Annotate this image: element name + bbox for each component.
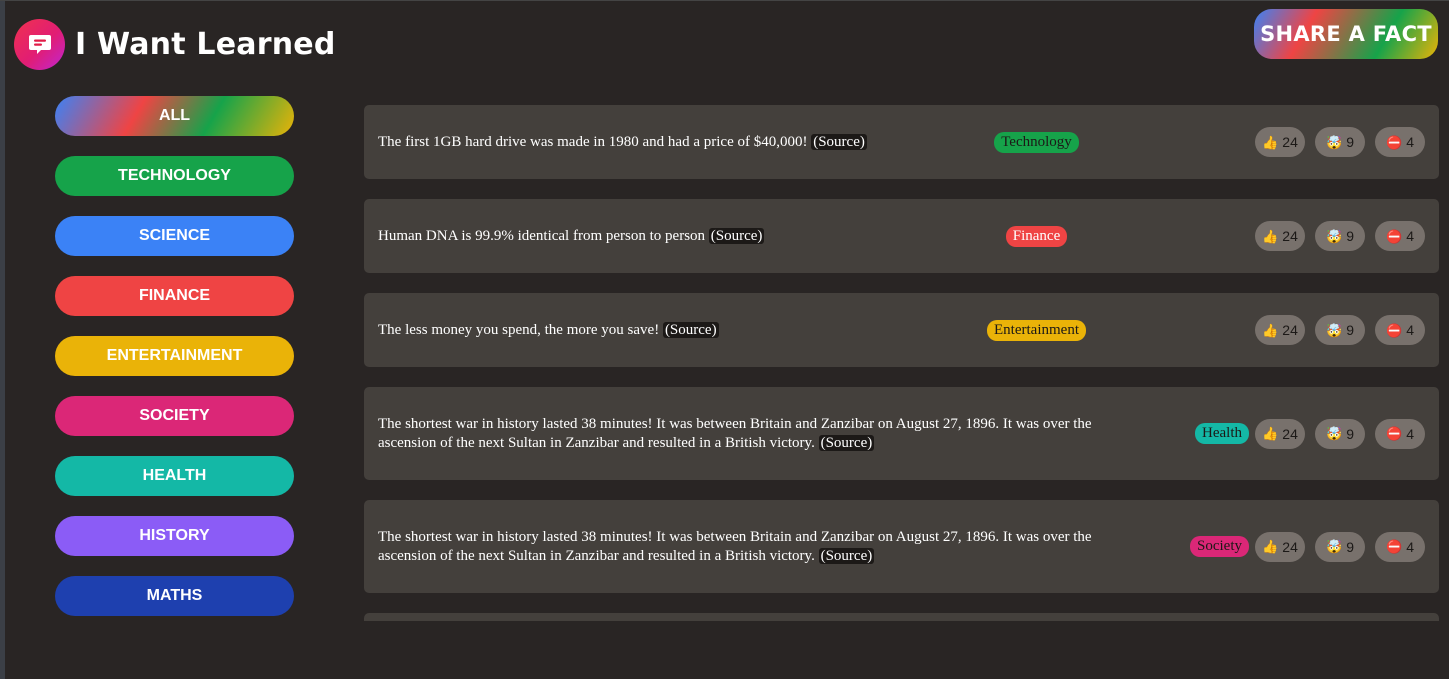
vote-count: 4 — [1406, 538, 1414, 555]
interesting-vote-button[interactable]: 👍 24 — [1255, 315, 1305, 345]
fact-row-partial — [364, 613, 1439, 621]
fact-source-link[interactable]: (Source) — [818, 547, 875, 564]
mindblowing-vote-button[interactable]: 🤯 9 — [1315, 315, 1365, 345]
fact-text: The less money you spend, the more you s… — [378, 321, 660, 338]
mind-blown-icon: 🤯 — [1326, 228, 1343, 244]
fact-category-tag: Entertainment — [987, 319, 1086, 341]
mindblowing-vote-button[interactable]: 🤯 9 — [1315, 221, 1365, 251]
vote-count: 9 — [1346, 538, 1354, 555]
category-button-all[interactable]: ALL — [55, 96, 294, 136]
interesting-vote-button[interactable]: 👍 24 — [1255, 127, 1305, 157]
interesting-vote-button[interactable]: 👍 24 — [1255, 418, 1305, 449]
vote-buttons: 👍 24 🤯 9 ⛔ 4 — [1255, 221, 1425, 251]
vote-count: 4 — [1406, 425, 1414, 442]
vote-count: 24 — [1282, 538, 1298, 555]
category-button-entertainment[interactable]: ENTERTAINMENT — [55, 336, 294, 376]
fact-row: The less money you spend, the more you s… — [364, 293, 1439, 367]
no-entry-icon: ⛔ — [1386, 134, 1403, 150]
chat-bubble-logo-icon — [14, 18, 65, 70]
category-button-technology[interactable]: TECHNOLOGY — [55, 156, 294, 196]
no-entry-icon: ⛔ — [1386, 228, 1403, 244]
vote-count: 24 — [1282, 134, 1298, 150]
fact-category-tag: Finance — [1005, 225, 1068, 247]
fact-source-link[interactable]: (Source) — [708, 227, 765, 244]
vote-buttons: 👍 24 🤯 9 ⛔ 4 — [1255, 315, 1425, 345]
fact-tag-wrap: Health — [1195, 423, 1249, 444]
mind-blown-icon: 🤯 — [1326, 322, 1343, 338]
vote-count: 24 — [1282, 228, 1298, 244]
category-button-health[interactable]: HEALTH — [55, 456, 294, 496]
category-button-society[interactable]: SOCIETY — [55, 396, 294, 436]
vote-buttons: 👍 24 🤯 9 ⛔ 4 — [1255, 418, 1425, 449]
vote-count: 9 — [1346, 322, 1354, 338]
fact-text: The first 1GB hard drive was made in 198… — [378, 133, 808, 150]
vote-count: 9 — [1346, 134, 1354, 150]
category-button-history[interactable]: HISTORY — [55, 516, 294, 556]
mindblowing-vote-button[interactable]: 🤯 9 — [1315, 418, 1365, 449]
fact-row: Human DNA is 99.9% identical from person… — [364, 199, 1439, 273]
false-vote-button[interactable]: ⛔ 4 — [1375, 127, 1425, 157]
thumbs-up-icon: 👍 — [1262, 539, 1279, 554]
fact-category-tag: Technology — [994, 131, 1079, 153]
fact-text-block: Human DNA is 99.9% identical from person… — [378, 227, 938, 246]
no-entry-icon: ⛔ — [1386, 322, 1403, 338]
fact-text: The shortest war in history lasted 38 mi… — [378, 528, 1092, 564]
fact-row: The first 1GB hard drive was made in 198… — [364, 105, 1439, 179]
fact-category-tag: Society — [1190, 536, 1249, 557]
false-vote-button[interactable]: ⛔ 4 — [1375, 418, 1425, 449]
vote-count: 9 — [1346, 228, 1354, 244]
fact-row: The shortest war in history lasted 38 mi… — [364, 500, 1439, 593]
vote-count: 24 — [1282, 322, 1298, 338]
mindblowing-vote-button[interactable]: 🤯 9 — [1315, 531, 1365, 562]
fact-source-link[interactable]: (Source) — [811, 133, 867, 150]
mind-blown-icon: 🤯 — [1326, 426, 1343, 441]
fact-text: The shortest war in history lasted 38 mi… — [378, 415, 1092, 451]
vote-count: 4 — [1406, 322, 1414, 338]
vote-count: 9 — [1346, 425, 1354, 442]
window-top-edge — [0, 0, 1449, 1]
category-button-finance[interactable]: FINANCE — [55, 276, 294, 316]
fact-tag-wrap: Finance — [938, 225, 1255, 247]
category-button-science[interactable]: SCIENCE — [55, 216, 294, 256]
category-button-maths[interactable]: MATHS — [55, 576, 294, 616]
mind-blown-icon: 🤯 — [1326, 134, 1343, 150]
app-title: I Want Learned — [75, 26, 336, 62]
thumbs-up-icon: 👍 — [1262, 134, 1279, 150]
fact-text-block: The less money you spend, the more you s… — [378, 321, 938, 340]
facts-list: The first 1GB hard drive was made in 198… — [364, 105, 1439, 621]
vote-buttons: 👍 24 🤯 9 ⛔ 4 — [1255, 127, 1425, 157]
fact-category-tag: Health — [1195, 423, 1249, 444]
mind-blown-icon: 🤯 — [1326, 539, 1343, 554]
interesting-vote-button[interactable]: 👍 24 — [1255, 531, 1305, 562]
fact-source-link[interactable]: (Source) — [818, 434, 875, 451]
fact-tag-wrap: Technology — [938, 131, 1255, 153]
fact-row: The shortest war in history lasted 38 mi… — [364, 387, 1439, 480]
false-vote-button[interactable]: ⛔ 4 — [1375, 531, 1425, 562]
fact-tag-wrap: Entertainment — [938, 319, 1255, 341]
fact-text: Human DNA is 99.9% identical from person… — [378, 227, 706, 244]
vote-count: 24 — [1282, 425, 1298, 442]
no-entry-icon: ⛔ — [1386, 426, 1403, 441]
vote-buttons: 👍 24 🤯 9 ⛔ 4 — [1255, 531, 1425, 562]
no-entry-icon: ⛔ — [1386, 539, 1403, 554]
false-vote-button[interactable]: ⛔ 4 — [1375, 315, 1425, 345]
fact-tag-wrap: Society — [1190, 536, 1249, 557]
vote-count: 4 — [1406, 228, 1414, 244]
thumbs-up-icon: 👍 — [1262, 228, 1279, 244]
fact-text-block: The shortest war in history lasted 38 mi… — [378, 415, 1139, 453]
category-filter-list: ALL TECHNOLOGY SCIENCE FINANCE ENTERTAINMENT… — [55, 96, 294, 636]
window-left-edge — [0, 0, 5, 679]
thumbs-up-icon: 👍 — [1262, 322, 1279, 338]
mindblowing-vote-button[interactable]: 🤯 9 — [1315, 127, 1365, 157]
share-fact-button[interactable]: SHARE A FACT — [1254, 9, 1438, 59]
thumbs-up-icon: 👍 — [1262, 426, 1279, 441]
false-vote-button[interactable]: ⛔ 4 — [1375, 221, 1425, 251]
app-header: I Want Learned — [14, 18, 336, 70]
fact-source-link[interactable]: (Source) — [662, 321, 719, 338]
fact-text-block: The shortest war in history lasted 38 mi… — [378, 528, 1134, 566]
fact-text-block: The first 1GB hard drive was made in 198… — [378, 133, 938, 152]
interesting-vote-button[interactable]: 👍 24 — [1255, 221, 1305, 251]
vote-count: 4 — [1406, 134, 1414, 150]
